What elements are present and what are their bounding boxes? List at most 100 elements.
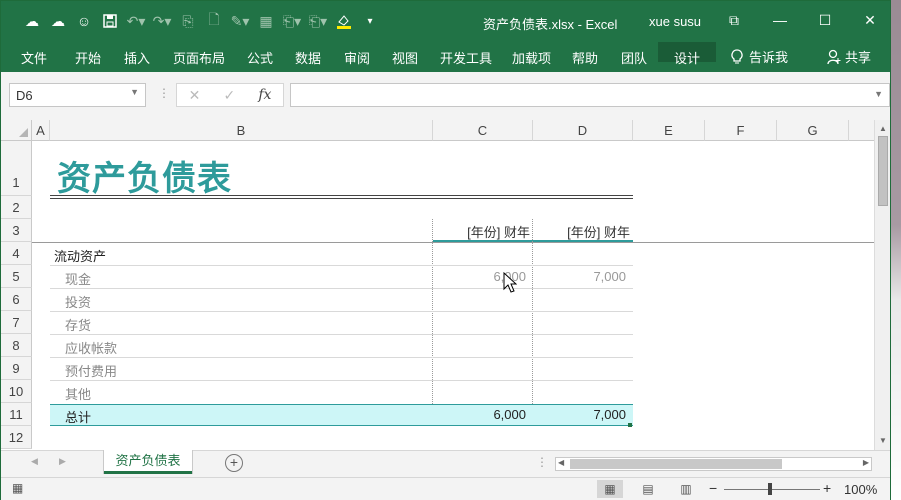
autosave-cloud-icon[interactable]: ☁: [19, 10, 45, 32]
select-all-button[interactable]: [1, 120, 32, 141]
row-header-8[interactable]: 8: [1, 334, 32, 357]
paste-icon[interactable]: ⎗▾: [305, 10, 331, 32]
page-break-view-icon[interactable]: ▥: [673, 480, 699, 498]
minimize-icon[interactable]: —: [771, 12, 789, 28]
smiley-icon[interactable]: ☺: [71, 10, 97, 32]
name-box[interactable]: D6 ▼: [9, 83, 146, 107]
column-header-c[interactable]: C: [433, 120, 533, 141]
redo-icon[interactable]: ↷▾: [149, 10, 175, 32]
sheet-tab-balance[interactable]: 资产负债表: [104, 450, 192, 474]
row-header-9[interactable]: 9: [1, 357, 32, 380]
zoom-level[interactable]: 100%: [844, 482, 877, 497]
split-grip-icon[interactable]: ⋮: [536, 455, 548, 469]
column-header-e[interactable]: E: [633, 120, 705, 141]
scroll-left-icon[interactable]: ◀: [558, 458, 564, 467]
item-label-inventory[interactable]: 存货: [65, 315, 91, 334]
row-header-2[interactable]: 2: [1, 196, 32, 219]
zoom-slider-thumb[interactable]: [768, 483, 772, 495]
row-header-6[interactable]: 6: [1, 288, 32, 311]
scroll-up-icon[interactable]: ▲: [877, 123, 889, 135]
insert-function-icon[interactable]: fx: [258, 87, 271, 103]
save-icon[interactable]: [97, 10, 123, 32]
undo-icon[interactable]: ↶▾: [123, 10, 149, 32]
cancel-icon[interactable]: ✕: [189, 87, 201, 104]
year-header-d[interactable]: [年份] 财年: [533, 222, 630, 241]
column-header-d[interactable]: D: [533, 120, 633, 141]
row-header-3[interactable]: 3: [1, 219, 32, 242]
item-label-other[interactable]: 其他: [65, 384, 91, 403]
item-label-receivables[interactable]: 应收帐款: [65, 338, 117, 357]
tab-formulas[interactable]: 公式: [247, 48, 273, 67]
column-header-b[interactable]: B: [50, 120, 433, 141]
cloud-sync-icon[interactable]: ☁: [45, 10, 71, 32]
column-header-h[interactable]: [849, 120, 874, 141]
tab-page-layout[interactable]: 页面布局: [173, 48, 225, 67]
ribbon-display-icon[interactable]: ⧉: [725, 12, 743, 29]
row-header-12[interactable]: 12: [1, 426, 32, 449]
file-icon[interactable]: 🗋: [201, 10, 227, 32]
close-icon[interactable]: ✕: [861, 12, 879, 29]
tab-home[interactable]: 开始: [75, 48, 101, 67]
tab-team[interactable]: 团队: [621, 48, 647, 67]
zoom-out-icon[interactable]: −: [709, 480, 717, 496]
row-header-4[interactable]: 4: [1, 242, 32, 265]
enter-icon[interactable]: ✓: [223, 87, 235, 104]
tab-view[interactable]: 视图: [392, 48, 418, 67]
horizontal-scrollbar[interactable]: ◀ ▶: [555, 457, 872, 471]
tab-file[interactable]: 文件: [21, 48, 47, 67]
add-sheet-icon[interactable]: +: [225, 454, 243, 472]
zoom-slider[interactable]: [724, 489, 820, 490]
normal-view-icon[interactable]: ▦: [597, 480, 623, 498]
scroll-down-icon[interactable]: ▼: [877, 435, 889, 447]
next-sheet-icon[interactable]: ▶: [59, 456, 66, 467]
prev-sheet-icon[interactable]: ◀: [31, 456, 38, 467]
chevron-down-icon[interactable]: ▼: [130, 87, 139, 97]
row-header-5[interactable]: 5: [1, 265, 32, 288]
tab-design[interactable]: 设计: [658, 42, 717, 66]
total-label[interactable]: 总计: [65, 407, 91, 426]
tab-data[interactable]: 数据: [295, 48, 321, 67]
total-c[interactable]: 6,000: [433, 407, 526, 422]
tab-add-ins[interactable]: 加载项: [512, 48, 551, 67]
table-resize-handle[interactable]: [628, 423, 632, 427]
year-header-c[interactable]: [年份] 财年: [433, 222, 530, 241]
item-cash-d[interactable]: 7,000: [533, 269, 626, 284]
worksheet-grid[interactable]: A B C D E F G 1 2 3 4 5 6 7 8 9 10 11 12…: [1, 120, 874, 450]
sheet-title[interactable]: 资产负债表: [57, 151, 232, 200]
row-header-11[interactable]: 11: [1, 403, 32, 426]
page-layout-view-icon[interactable]: ▤: [635, 480, 661, 498]
table-insert-icon[interactable]: ▦: [253, 10, 279, 32]
column-header-f[interactable]: F: [705, 120, 777, 141]
item-label-prepaid[interactable]: 预付费用: [65, 361, 117, 380]
section-label[interactable]: 流动资产: [54, 246, 106, 265]
zoom-in-icon[interactable]: +: [823, 480, 831, 496]
maximize-icon[interactable]: ☐: [816, 12, 834, 29]
total-d[interactable]: 7,000: [533, 407, 626, 422]
macro-record-icon[interactable]: ▦: [12, 481, 23, 495]
format-painter-icon[interactable]: ✎▾: [227, 10, 253, 32]
customize-qat-icon[interactable]: ▾: [357, 10, 383, 32]
formula-input[interactable]: ▼: [290, 83, 890, 107]
row-header-7[interactable]: 7: [1, 311, 32, 334]
user-name[interactable]: xue susu: [649, 14, 701, 29]
tab-developer[interactable]: 开发工具: [440, 48, 492, 67]
tell-me-box[interactable]: 告诉我: [731, 47, 788, 66]
item-label-cash[interactable]: 现金: [65, 269, 91, 288]
vertical-scroll-thumb[interactable]: [878, 136, 888, 206]
item-label-investments[interactable]: 投资: [65, 292, 91, 311]
formula-bar-grip-icon[interactable]: ⋮: [158, 86, 170, 100]
tab-help[interactable]: 帮助: [572, 48, 598, 67]
paste-special-icon[interactable]: ⎗▾: [279, 10, 305, 32]
scroll-right-icon[interactable]: ▶: [863, 458, 869, 467]
share-button[interactable]: 共享: [827, 47, 871, 66]
row-header-1[interactable]: 1: [1, 141, 32, 196]
vertical-scrollbar[interactable]: ▲ ▼: [874, 120, 890, 450]
column-header-g[interactable]: G: [777, 120, 849, 141]
row-header-10[interactable]: 10: [1, 380, 32, 403]
tab-insert[interactable]: 插入: [124, 48, 150, 67]
horizontal-scroll-thumb[interactable]: [570, 459, 782, 469]
fill-color-icon[interactable]: [331, 10, 357, 32]
tab-review[interactable]: 审阅: [344, 48, 370, 67]
expand-formula-icon[interactable]: ▼: [874, 89, 883, 99]
column-header-a[interactable]: A: [32, 120, 50, 141]
